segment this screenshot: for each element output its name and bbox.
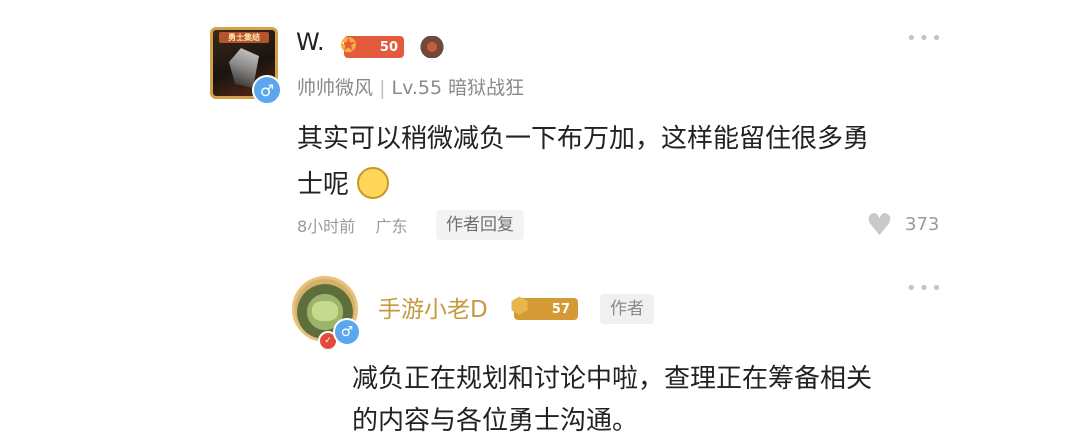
comment-location: 广东 [375,217,408,236]
reply-text: 减负正在规划和讨论中啦，查理正在筹备相关的内容与各位勇士沟通。 [352,364,873,436]
separator: | [379,77,386,99]
author-reply-tag: 作者回复 [436,210,524,240]
author-username[interactable]: 手游小老D [378,290,488,324]
comment-time: 8小时前 [297,217,356,236]
more-options-icon[interactable]: ••• [906,278,944,299]
commenter-game-info: 帅帅微风 | Lv.55 暗狱战狂 [297,73,524,100]
comment-text: 其实可以稍微减负一下布万加，这样能留住很多勇士呢 [297,124,870,200]
gender-male-icon: ♂ [333,318,361,346]
gender-male-icon: ♂ [252,75,282,105]
commenter-username[interactable]: W. [296,28,325,56]
like-heart-icon[interactable]: ♥ [866,211,893,241]
avatar-face [312,301,338,321]
worried-face-emoji-icon [357,166,390,199]
level-badge: 50 [340,33,404,58]
level-badge: 57 [510,294,578,320]
player-class: 暗狱战狂 [448,77,525,99]
more-options-icon[interactable]: ••• [906,28,944,49]
comment-meta: 8小时前 广东 [297,213,408,237]
avatar-banner: 勇士集结 [219,32,269,43]
like-count: 373 [905,214,940,235]
player-level: Lv.55 [391,77,443,99]
author-tag: 作者 [600,294,654,324]
rank-medal-icon [420,36,444,58]
guild-name: 帅帅微风 [297,77,374,99]
